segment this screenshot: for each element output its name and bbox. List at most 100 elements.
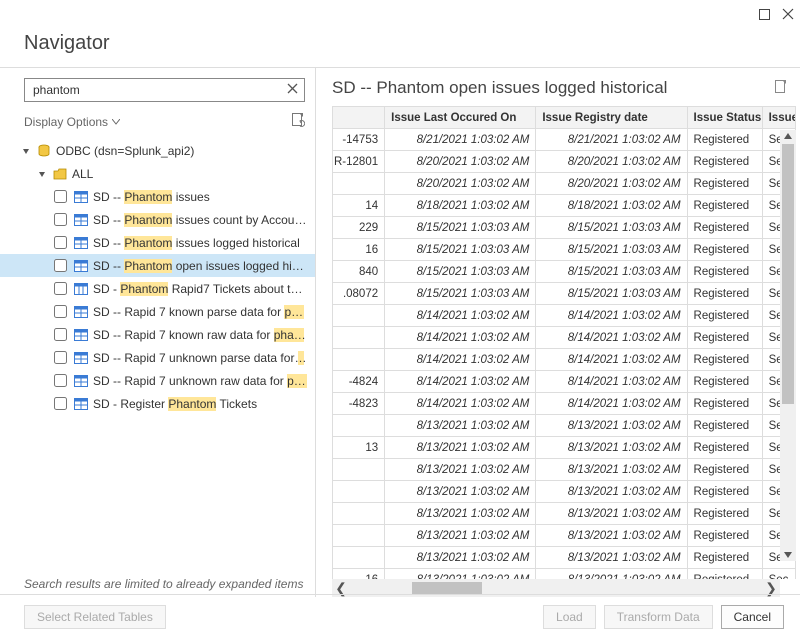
tree-item[interactable]: SD -- Rapid 7 known raw data for phant..…	[0, 323, 315, 346]
table-cell: Registered	[687, 349, 762, 371]
table-cell	[333, 415, 385, 437]
tree-item[interactable]: SD -- Phantom issues logged historical	[0, 231, 315, 254]
table-cell: 8/15/2021 1:03:03 AM	[385, 283, 536, 305]
table-row[interactable]: 8/13/2021 1:03:02 AM8/13/2021 1:03:02 AM…	[333, 481, 796, 503]
table-cell	[333, 173, 385, 195]
table-cell: 840	[333, 261, 385, 283]
table-row[interactable]: -48238/14/2021 1:03:02 AM8/14/2021 1:03:…	[333, 393, 796, 415]
table-row[interactable]: R-128018/20/2021 1:03:02 AM8/20/2021 1:0…	[333, 151, 796, 173]
table-row[interactable]: 138/13/2021 1:03:02 AM8/13/2021 1:03:02 …	[333, 437, 796, 459]
table-cell: 8/20/2021 1:03:02 AM	[385, 173, 536, 195]
table-cell	[333, 305, 385, 327]
search-input-wrap[interactable]	[24, 78, 305, 102]
tree-item-checkbox[interactable]	[54, 190, 67, 203]
tree-item-checkbox[interactable]	[54, 351, 67, 364]
table-cell: 8/14/2021 1:03:02 AM	[385, 393, 536, 415]
table-row[interactable]: 8/13/2021 1:03:02 AM8/13/2021 1:03:02 AM…	[333, 459, 796, 481]
table-icon	[73, 258, 89, 274]
table-cell: Registered	[687, 195, 762, 217]
tree-item[interactable]: SD - Phantom Rapid7 Tickets about to e..…	[0, 277, 315, 300]
table-cell: 8/14/2021 1:03:02 AM	[385, 305, 536, 327]
tree-item-checkbox[interactable]	[54, 397, 67, 410]
table-cell: Registered	[687, 327, 762, 349]
tree-item-label: SD - Register Phantom Tickets	[93, 397, 257, 411]
table-cell: 8/14/2021 1:03:02 AM	[536, 305, 687, 327]
tree-root[interactable]: ODBC (dsn=Splunk_api2)	[0, 139, 315, 162]
table-cell: 8/13/2021 1:03:02 AM	[536, 415, 687, 437]
table-cell: 8/21/2021 1:03:02 AM	[536, 129, 687, 151]
table-cell: Registered	[687, 525, 762, 547]
table-row[interactable]: -147538/21/2021 1:03:02 AM8/21/2021 1:03…	[333, 129, 796, 151]
tree-item-checkbox[interactable]	[54, 259, 67, 272]
tree-item-checkbox[interactable]	[54, 236, 67, 249]
table-row[interactable]: 8/14/2021 1:03:02 AM8/14/2021 1:03:02 AM…	[333, 305, 796, 327]
expand-toggle-icon[interactable]	[36, 168, 48, 180]
table-cell	[333, 349, 385, 371]
table-icon	[73, 235, 89, 251]
tree-item-checkbox[interactable]	[54, 305, 67, 318]
table-cell: 8/15/2021 1:03:03 AM	[385, 239, 536, 261]
vertical-scrollbar[interactable]	[780, 130, 796, 561]
expand-toggle-icon[interactable]	[20, 145, 32, 157]
table-row[interactable]: 2298/15/2021 1:03:03 AM8/15/2021 1:03:03…	[333, 217, 796, 239]
tree-item-checkbox[interactable]	[54, 213, 67, 226]
cancel-button[interactable]: Cancel	[721, 605, 784, 629]
column-header[interactable]: Issue Registry date	[536, 107, 687, 129]
table-cell: 229	[333, 217, 385, 239]
table-row[interactable]: 8/14/2021 1:03:02 AM8/14/2021 1:03:02 AM…	[333, 327, 796, 349]
tree-group[interactable]: ALL	[0, 162, 315, 185]
column-header[interactable]: Issue Last Occured On	[385, 107, 536, 129]
table-row[interactable]: 148/18/2021 1:03:02 AM8/18/2021 1:03:02 …	[333, 195, 796, 217]
table-row[interactable]: 8/20/2021 1:03:02 AM8/20/2021 1:03:02 AM…	[333, 173, 796, 195]
table-row[interactable]: 8/14/2021 1:03:02 AM8/14/2021 1:03:02 AM…	[333, 349, 796, 371]
tree-item[interactable]: SD -- Rapid 7 unknown parse data for p..…	[0, 346, 315, 369]
table-cell: 8/14/2021 1:03:02 AM	[385, 327, 536, 349]
table-row[interactable]: 8/13/2021 1:03:02 AM8/13/2021 1:03:02 AM…	[333, 415, 796, 437]
table-row[interactable]: 8/13/2021 1:03:02 AM8/13/2021 1:03:02 AM…	[333, 525, 796, 547]
select-related-tables-button[interactable]: Select Related Tables	[24, 605, 166, 629]
table-cell: Registered	[687, 371, 762, 393]
clear-search-icon[interactable]	[287, 83, 298, 97]
table-row[interactable]: 168/15/2021 1:03:03 AM8/15/2021 1:03:03 …	[333, 239, 796, 261]
table-cell: Registered	[687, 569, 762, 580]
navigator-tree[interactable]: ODBC (dsn=Splunk_api2)ALLSD -- Phantom i…	[0, 135, 315, 571]
load-button[interactable]: Load	[543, 605, 596, 629]
tree-item-checkbox[interactable]	[54, 282, 67, 295]
table-row[interactable]: -48248/14/2021 1:03:02 AM8/14/2021 1:03:…	[333, 371, 796, 393]
table-cell: 8/13/2021 1:03:02 AM	[385, 459, 536, 481]
refresh-preview-icon[interactable]	[291, 112, 305, 131]
horizontal-scroll-thumb[interactable]	[412, 582, 482, 594]
tree-item-checkbox[interactable]	[54, 328, 67, 341]
table-cell: R-12801	[333, 151, 385, 173]
column-header[interactable]: Issue Status	[687, 107, 762, 129]
vertical-scroll-thumb[interactable]	[782, 144, 794, 404]
table-cell: 8/20/2021 1:03:02 AM	[536, 151, 687, 173]
table-cell: 8/18/2021 1:03:02 AM	[385, 195, 536, 217]
close-icon[interactable]	[782, 8, 794, 20]
display-options-dropdown[interactable]: Display Options	[24, 115, 120, 129]
maximize-icon[interactable]	[759, 9, 770, 20]
tree-root-label: ODBC (dsn=Splunk_api2)	[56, 144, 194, 158]
tree-item[interactable]: SD -- Rapid 7 unknown raw data for pha..…	[0, 369, 315, 392]
table-row[interactable]: 168/13/2021 1:03:02 AM8/13/2021 1:03:02 …	[333, 569, 796, 580]
column-header[interactable]	[333, 107, 385, 129]
table-row[interactable]: 8/13/2021 1:03:02 AM8/13/2021 1:03:02 AM…	[333, 547, 796, 569]
tree-item-checkbox[interactable]	[54, 374, 67, 387]
tree-item[interactable]: SD -- Phantom issues count by Accounts	[0, 208, 315, 231]
table-row[interactable]: 8/13/2021 1:03:02 AM8/13/2021 1:03:02 AM…	[333, 503, 796, 525]
tree-item[interactable]: SD -- Phantom issues	[0, 185, 315, 208]
preview-table[interactable]: Issue Last Occured OnIssue Registry date…	[332, 106, 796, 579]
tree-item-label: SD -- Phantom issues count by Accounts	[93, 213, 309, 227]
tree-item[interactable]: SD -- Phantom open issues logged histo..…	[0, 254, 315, 277]
scroll-up-icon[interactable]	[783, 132, 793, 140]
scroll-down-icon[interactable]	[783, 551, 793, 559]
search-input[interactable]	[31, 82, 287, 98]
table-row[interactable]: .080728/15/2021 1:03:03 AM8/15/2021 1:03…	[333, 283, 796, 305]
table-cell	[333, 547, 385, 569]
preview-options-icon[interactable]	[774, 79, 788, 98]
tree-item[interactable]: SD - Register Phantom Tickets	[0, 392, 315, 415]
column-header[interactable]: Issue T	[762, 107, 795, 129]
transform-data-button[interactable]: Transform Data	[604, 605, 713, 629]
tree-item[interactable]: SD -- Rapid 7 known parse data for pha..…	[0, 300, 315, 323]
table-row[interactable]: 8408/15/2021 1:03:03 AM8/15/2021 1:03:03…	[333, 261, 796, 283]
